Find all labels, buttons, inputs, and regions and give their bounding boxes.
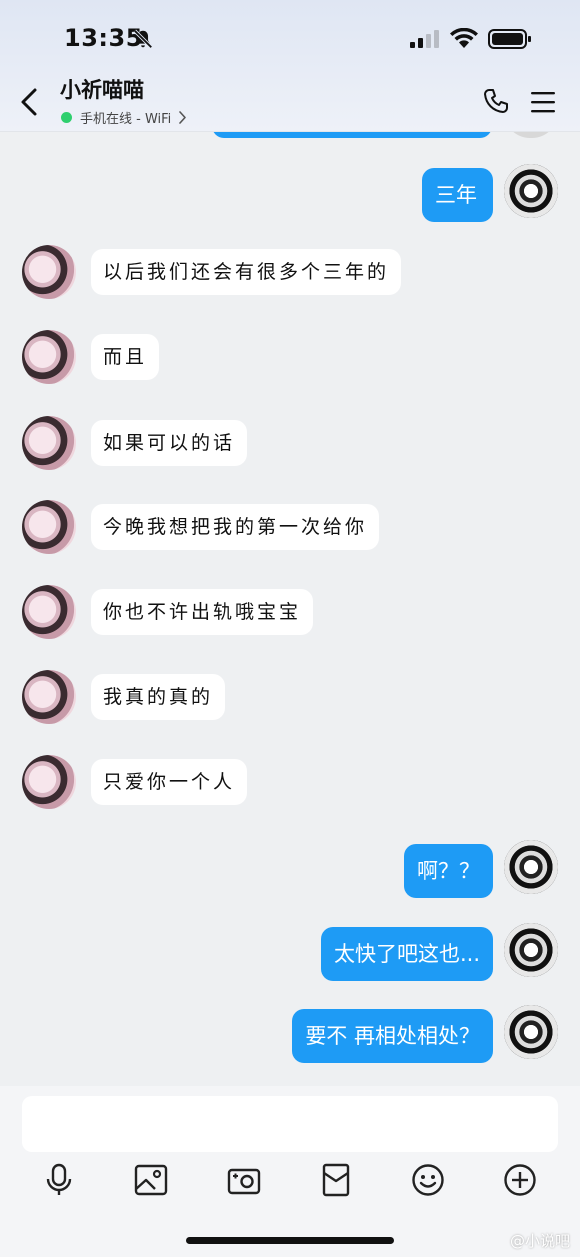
plus-icon[interactable] <box>502 1162 538 1198</box>
message-row-in: 今晚我想把我的第一次给你 <box>0 500 580 560</box>
message-bubble-in[interactable]: 我真的真的 <box>91 674 226 720</box>
bell-muted-icon <box>133 29 153 49</box>
home-indicator[interactable] <box>186 1237 394 1244</box>
my-avatar[interactable] <box>504 1005 558 1059</box>
emoji-icon[interactable] <box>410 1162 446 1198</box>
message-row-out: 要不 再相处相处？ <box>0 1005 580 1065</box>
message-bubble-in[interactable]: 今晚我想把我的第一次给你 <box>91 504 380 550</box>
message-bubble-in[interactable]: 如果可以的话 <box>91 420 248 466</box>
chat-message-list[interactable]: 三年 以后我们还会有很多个三年的 而且 如果可以的话 今晚我想把我的第一次给你 … <box>0 0 580 1086</box>
contact-avatar[interactable] <box>22 245 76 299</box>
contact-name-title[interactable]: 小祈喵喵 <box>60 74 144 104</box>
camera-icon[interactable] <box>226 1162 262 1198</box>
red-packet-icon[interactable] <box>318 1162 354 1198</box>
message-bubble-out[interactable]: 三年 <box>422 168 493 222</box>
message-row-in: 只爱你一个人 <box>0 755 580 815</box>
message-row-in: 如果可以的话 <box>0 416 580 476</box>
message-row-in: 我真的真的 <box>0 670 580 730</box>
contact-avatar[interactable] <box>22 585 76 639</box>
my-avatar[interactable] <box>504 923 558 977</box>
message-input[interactable] <box>22 1096 558 1152</box>
message-bubble-in[interactable]: 只爱你一个人 <box>91 759 248 805</box>
my-avatar[interactable] <box>504 164 558 218</box>
message-bubble-out[interactable]: 要不 再相处相处？ <box>292 1009 493 1063</box>
input-panel: @小说吧 <box>0 1086 580 1257</box>
chat-header: 13:35 小祈喵喵 手机在线 - WiFi <box>0 0 580 132</box>
message-bubble-in[interactable]: 你也不许出轨哦宝宝 <box>91 589 314 635</box>
online-status[interactable]: 手机在线 - WiFi <box>61 108 187 127</box>
online-status-text: 手机在线 - WiFi <box>80 112 172 127</box>
message-row-in: 以后我们还会有很多个三年的 <box>0 245 580 305</box>
message-row-out: 啊？？ <box>0 840 580 900</box>
message-bubble-out[interactable]: 啊？？ <box>404 844 493 898</box>
message-row-in: 你也不许出轨哦宝宝 <box>0 585 580 645</box>
online-dot-icon <box>61 112 72 123</box>
contact-avatar[interactable] <box>22 670 76 724</box>
message-bubble-in[interactable]: 而且 <box>91 334 160 380</box>
message-bubble-in[interactable]: 以后我们还会有很多个三年的 <box>91 249 402 295</box>
contact-avatar[interactable] <box>22 416 76 470</box>
message-row-out: 太快了吧这也... <box>0 923 580 983</box>
my-avatar[interactable] <box>504 840 558 894</box>
message-row-in: 而且 <box>0 330 580 390</box>
menu-icon[interactable] <box>530 90 556 114</box>
image-icon[interactable] <box>133 1162 169 1198</box>
message-row-out: 三年 <box>0 164 580 224</box>
contact-avatar[interactable] <box>22 755 76 809</box>
contact-avatar[interactable] <box>22 330 76 384</box>
status-bar: 13:35 <box>0 0 580 70</box>
battery-icon <box>488 29 531 49</box>
message-bubble-out[interactable]: 太快了吧这也... <box>320 927 493 981</box>
wifi-icon <box>450 28 478 48</box>
cellular-signal-icon <box>410 30 439 48</box>
back-chevron-icon[interactable] <box>14 84 44 120</box>
phone-call-icon[interactable] <box>482 87 510 115</box>
microphone-icon[interactable] <box>41 1162 77 1198</box>
contact-avatar[interactable] <box>22 500 76 554</box>
watermark-text: @小说吧 <box>509 1232 570 1250</box>
chevron-right-icon <box>179 111 187 124</box>
